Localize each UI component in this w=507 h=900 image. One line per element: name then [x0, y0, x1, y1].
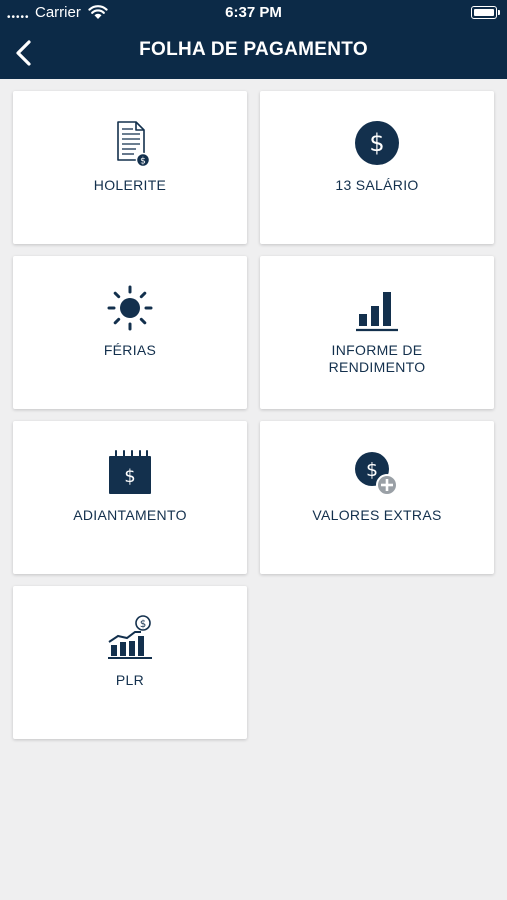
holerite-card[interactable]: $ HOLERITE: [13, 91, 247, 244]
valores-extras-label: VALORES EXTRAS: [312, 507, 442, 523]
informe-de-rendimento-card[interactable]: INFORME DE RENDIMENTO: [260, 256, 494, 409]
growth-chart-dollar-icon: $: [108, 615, 152, 659]
dollar-plus-icon: $: [355, 452, 398, 496]
plr-card[interactable]: $ PLR: [13, 586, 247, 739]
status-time: 6:37 PM: [225, 4, 282, 21]
13-salario-card[interactable]: $ 13 SALÁRIO: [260, 91, 494, 244]
13-salario-label: 13 SALÁRIO: [335, 177, 419, 193]
navigation-header: ••••• Carrier 6:37 PM FOLHA DE PAGAMENTO: [0, 0, 507, 79]
sun-icon: [107, 285, 153, 331]
adiantamento-card[interactable]: $ ADIANTAMENTO: [13, 421, 247, 574]
page-title: FOLHA DE PAGAMENTO: [139, 39, 368, 60]
svg-text:$: $: [140, 619, 146, 630]
ferias-card[interactable]: FÉRIAS: [13, 256, 247, 409]
adiantamento-label: ADIANTAMENTO: [73, 507, 187, 523]
ferias-label: FÉRIAS: [103, 342, 157, 358]
holerite-label: HOLERITE: [93, 177, 167, 193]
plr-label: PLR: [115, 672, 145, 688]
svg-text:$: $: [366, 459, 378, 481]
calendar-dollar-icon: $: [109, 450, 151, 494]
svg-text:$: $: [369, 129, 384, 157]
dollar-circle-icon: $: [355, 121, 399, 165]
svg-text:$: $: [140, 157, 146, 167]
battery-icon: [471, 6, 500, 19]
status-bar: ••••• Carrier 6:37 PM: [0, 0, 507, 26]
valores-extras-card[interactable]: $ VALORES EXTRAS: [260, 421, 494, 574]
bar-chart-icon: [356, 292, 398, 332]
payslip-document-icon: $: [117, 121, 151, 167]
informe-de-rendimento-label: INFORME DE RENDIMENTO: [328, 342, 426, 375]
svg-text:$: $: [124, 466, 135, 487]
